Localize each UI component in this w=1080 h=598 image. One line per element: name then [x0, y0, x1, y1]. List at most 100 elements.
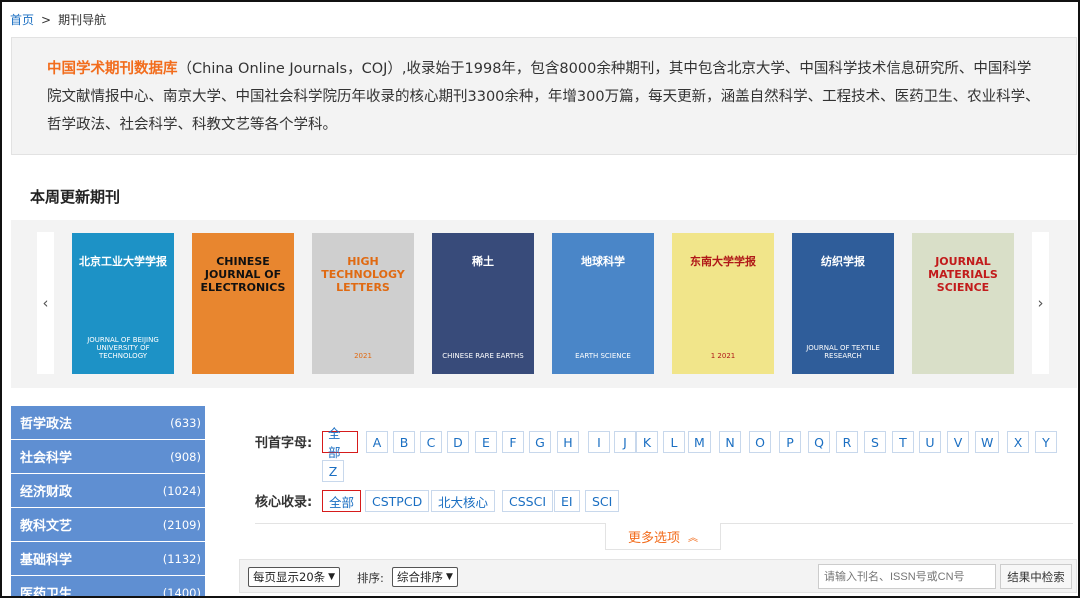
caret-down-icon: ▼ [328, 572, 336, 582]
journal-cover-subtitle: 1 2021 [710, 352, 736, 360]
letter-filter-all[interactable]: 全部 [322, 426, 358, 460]
letter-filter-k[interactable]: K [636, 431, 658, 453]
core-filter-all[interactable]: 全部 [322, 490, 362, 512]
sidebar-item[interactable]: 经济财政 (1024) [11, 474, 205, 508]
caret-down-icon: ▼ [446, 572, 453, 582]
journal-cover-title: 纺织学报 [821, 255, 865, 268]
letter-filter-j[interactable]: J [614, 431, 636, 453]
weekly-updates-title: 本周更新期刊 [30, 188, 121, 206]
journal-cover-title: 东南大学学报 [690, 255, 756, 268]
sidebar-item[interactable]: 医药卫生 (1400) [11, 576, 205, 598]
letter-filter-e[interactable]: E [475, 431, 497, 453]
subject-sidebar: 哲学政法 (633) 社会科学 (908) 经济财政 (1024) 教科文艺 (2109) 基础… [11, 406, 205, 598]
journal-cover[interactable]: HIGH TECHNOLOGY LETTERS 2021 [312, 233, 414, 374]
journal-cover-title: 稀土 [472, 255, 494, 268]
journal-cover-subtitle: EARTH SCIENCE [575, 352, 631, 360]
journal-cover-subtitle: CHINESE RARE EARTHS [442, 352, 524, 360]
letter-filter-y[interactable]: Y [1035, 431, 1057, 453]
letter-filter-o[interactable]: O [749, 431, 771, 453]
per-page-value: 每页显示20条 [253, 570, 326, 584]
sidebar-item[interactable]: 基础科学 (1132) [11, 542, 205, 576]
journal-cover-title: 地球科学 [581, 255, 625, 268]
letter-filter-s[interactable]: S [864, 431, 886, 453]
journal-search-input[interactable] [818, 564, 996, 589]
sidebar-item-label: 哲学政法 [20, 417, 73, 432]
breadcrumb-current: 期刊导航 [58, 13, 107, 27]
sidebar-item-label: 医药卫生 [20, 587, 73, 598]
letter-filter-d[interactable]: D [447, 431, 469, 453]
breadcrumb-home-link[interactable]: 首页 [10, 13, 34, 27]
core-filter-option[interactable]: 北大核心 [431, 490, 496, 512]
letter-filter-h[interactable]: H [557, 431, 579, 453]
journal-cover[interactable]: 北京工业大学学报 JOURNAL OF BEIJING UNIVERSITY OF… [72, 233, 174, 374]
letter-filter-w[interactable]: W [975, 431, 1000, 453]
sidebar-item-count: (908) [170, 449, 201, 464]
sort-label: 排序: [357, 571, 384, 585]
chevron-left-icon[interactable]: ‹ [37, 232, 54, 374]
journal-cover[interactable]: 稀土 CHINESE RARE EARTHS [432, 233, 534, 374]
more-options-label: 更多选项 [627, 530, 680, 546]
core-filter-option[interactable]: CSTPCD [365, 490, 430, 512]
sort-select[interactable]: 综合排序 ▼ [392, 567, 458, 587]
journal-cover-title: HIGH TECHNOLOGY LETTERS [321, 255, 405, 294]
sidebar-item-count: (1400) [162, 585, 201, 598]
sidebar-item-label: 社会科学 [20, 451, 73, 466]
per-page-select[interactable]: 每页显示20条 ▼ [248, 567, 341, 587]
search-in-results-button[interactable]: 结果中检索 [1000, 564, 1072, 589]
letter-filter-n[interactable]: N [719, 431, 741, 453]
letter-filter-m[interactable]: M [688, 431, 711, 453]
journal-cover-subtitle: 2021 [354, 352, 372, 360]
journal-cover-title: 北京工业大学学报 [79, 255, 167, 268]
journal-cover[interactable]: 东南大学学报 1 2021 [672, 233, 774, 374]
sort-value: 综合排序 [397, 570, 443, 584]
letter-filter-x[interactable]: X [1007, 431, 1029, 453]
more-options-button[interactable]: 更多选项 ︽ [605, 523, 721, 550]
letter-filter-p[interactable]: P [779, 431, 801, 453]
breadcrumb-separator: > [41, 13, 52, 27]
letter-filter-v[interactable]: V [947, 431, 969, 453]
journal-cover[interactable]: JOURNAL MATERIALS SCIENCE [912, 233, 1014, 374]
letter-filter-u[interactable]: U [919, 431, 941, 453]
sidebar-item-count: (2109) [162, 517, 201, 532]
database-intro: 中国学术期刊数据库（China Online Journals，COJ）,收录始… [11, 37, 1077, 155]
sidebar-item-count: (633) [170, 415, 201, 430]
initial-letter-label: 刊首字母: [255, 436, 313, 451]
journal-cover-subtitle: JOURNAL OF TEXTILE RESEARCH [806, 344, 880, 360]
letter-filter-l[interactable]: L [663, 431, 685, 453]
journal-cover-subtitle: JOURNAL OF BEIJING UNIVERSITY OF TECHNOL… [87, 336, 159, 360]
letter-filter-t[interactable]: T [892, 431, 914, 453]
letter-filter-i[interactable]: I [588, 431, 610, 453]
results-toolbar: 每页显示20条▼ 排序: 综合排序▼ 结果中检索 [239, 559, 1077, 593]
letter-filter-z[interactable]: Z [322, 460, 344, 482]
core-filter-option[interactable]: SCI [585, 490, 620, 512]
double-chevron-up-icon: ︽ [688, 532, 698, 544]
letter-filter-r[interactable]: R [836, 431, 858, 453]
journal-cover[interactable]: 地球科学 EARTH SCIENCE [552, 233, 654, 374]
core-index-label: 核心收录: [255, 495, 313, 510]
sidebar-item-label: 基础科学 [20, 553, 73, 568]
journal-carousel: ‹ 北京工业大学学报 JOURNAL OF BEIJING UNIVERSITY … [11, 220, 1077, 388]
core-filter-option[interactable]: EI [554, 490, 580, 512]
sidebar-item[interactable]: 社会科学 (908) [11, 440, 205, 474]
core-filter-option[interactable]: CSSCI [502, 490, 554, 512]
letter-filter-g[interactable]: G [529, 431, 551, 453]
breadcrumb: 首页 > 期刊导航 [10, 11, 106, 28]
sidebar-item[interactable]: 哲学政法 (633) [11, 406, 205, 440]
journal-cover-title: JOURNAL MATERIALS SCIENCE [928, 255, 998, 294]
letter-filter-f[interactable]: F [502, 431, 524, 453]
letter-filter-a[interactable]: A [366, 431, 388, 453]
sidebar-item-count: (1132) [162, 551, 201, 566]
journal-cover-title: CHINESE JOURNAL OF ELECTRONICS [200, 255, 286, 294]
database-name[interactable]: 中国学术期刊数据库 [47, 61, 178, 77]
database-description: （China Online Journals，COJ）,收录始于1998年，包含… [47, 61, 1040, 133]
sidebar-item-label: 教科文艺 [20, 519, 73, 534]
page-frame: 首页 > 期刊导航 中国学术期刊数据库（China Online Journals，… [0, 0, 1080, 598]
journal-cover[interactable]: CHINESE JOURNAL OF ELECTRONICS [192, 233, 294, 374]
sidebar-item[interactable]: 教科文艺 (2109) [11, 508, 205, 542]
journal-cover[interactable]: 纺织学报 JOURNAL OF TEXTILE RESEARCH [792, 233, 894, 374]
letter-filter-b[interactable]: B [393, 431, 415, 453]
sidebar-item-label: 经济财政 [20, 485, 73, 500]
chevron-right-icon[interactable]: › [1032, 232, 1049, 374]
letter-filter-q[interactable]: Q [808, 431, 830, 453]
letter-filter-c[interactable]: C [420, 431, 442, 453]
